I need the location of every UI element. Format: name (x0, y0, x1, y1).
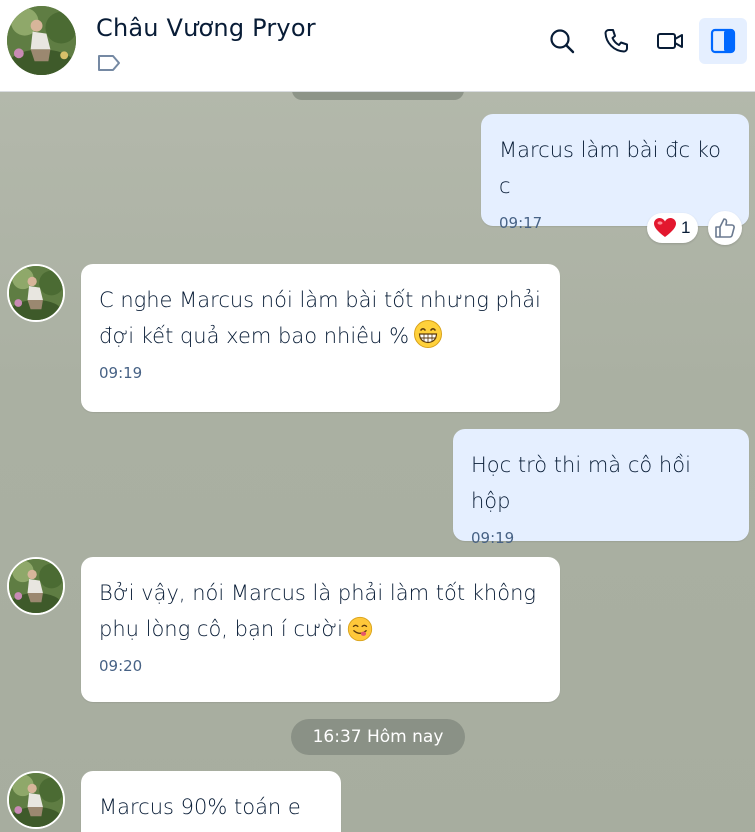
message-bubble-incoming[interactable]: Bởi vậy, nói Marcus là phải làm tốt khôn… (81, 557, 560, 702)
search-button[interactable] (538, 18, 586, 64)
video-call-button[interactable] (646, 18, 694, 64)
message-time: 09:19 (471, 529, 515, 547)
message-text: Học trò thi mà cô hồi hộp (471, 453, 691, 513)
message-text: Bởi vậy, nói Marcus là phải làm tốt khôn… (99, 575, 542, 647)
sender-avatar[interactable] (7, 771, 65, 829)
face-savoring-food-emoji (347, 616, 373, 642)
heart-icon (654, 218, 676, 237)
message-text: Marcus 90% toán e ơi (99, 795, 301, 832)
grinning-face-emoji (414, 320, 443, 348)
date-separator-partial (292, 92, 464, 100)
sidebar-panel-icon (710, 28, 736, 54)
sender-avatar[interactable] (7, 264, 65, 322)
message-text: Marcus làm bài đc ko c (499, 138, 721, 198)
message-time: 09:20 (99, 657, 143, 675)
message-text-content: C nghe Marcus nói làm bài tốt nhưng phải… (99, 288, 541, 348)
sender-avatar[interactable] (7, 557, 65, 615)
message-text: C nghe Marcus nói làm bài tốt nhưng phải… (99, 282, 542, 354)
call-button[interactable] (592, 18, 640, 64)
chat-header: Châu Vương Pryor (0, 0, 755, 92)
reaction-count: 1 (681, 218, 691, 237)
message-bubble-incoming[interactable]: Marcus 90% toán e ơi (81, 771, 341, 832)
message-time: 09:19 (99, 364, 143, 382)
date-separator: 16:37 Hôm nay (291, 719, 465, 755)
phone-icon (604, 29, 628, 53)
message-bubble-outgoing[interactable]: Học trò thi mà cô hồi hộp 09:19 (453, 429, 749, 547)
contact-avatar[interactable] (7, 6, 76, 75)
message-text-content: Bởi vậy, nói Marcus là phải làm tốt khôn… (99, 581, 536, 641)
message-bubble-incoming[interactable]: C nghe Marcus nói làm bài tốt nhưng phải… (81, 264, 560, 412)
reaction-summary[interactable]: 1 (647, 213, 699, 243)
tag-outline-icon[interactable] (96, 52, 122, 74)
video-camera-icon (657, 33, 683, 49)
toggle-info-panel-button[interactable] (699, 18, 747, 64)
search-icon (550, 29, 575, 54)
thumbs-up-icon (715, 218, 735, 238)
message-list[interactable]: Marcus làm bài đc ko c 09:17 1 C nghe Ma… (0, 92, 755, 832)
contact-name[interactable]: Châu Vương Pryor (96, 14, 316, 42)
add-reaction-button[interactable] (708, 211, 742, 245)
message-bubble-outgoing[interactable]: Marcus làm bài đc ko c 09:17 (481, 114, 749, 232)
